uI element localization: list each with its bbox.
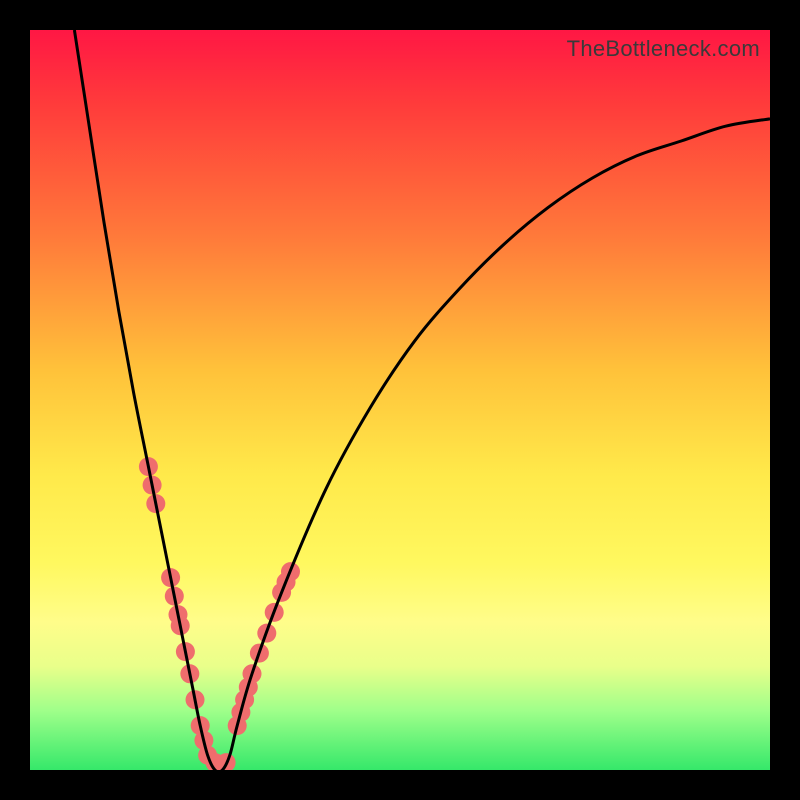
highlight-dot (281, 562, 300, 581)
highlight-dot (191, 716, 210, 735)
highlight-dot (139, 457, 158, 476)
highlight-layer (139, 457, 300, 770)
highlight-dot (228, 716, 247, 735)
watermark-text: TheBottleneck.com (567, 36, 760, 62)
highlight-dot (250, 644, 269, 663)
highlight-dot (257, 624, 276, 643)
highlight-dot (169, 605, 188, 624)
highlight-dot (165, 587, 184, 606)
highlight-dot (194, 731, 213, 750)
highlight-dot (217, 753, 236, 770)
highlight-dot (161, 568, 180, 587)
plot-area: TheBottleneck.com (30, 30, 770, 770)
highlight-dot (198, 746, 217, 765)
highlight-dot (243, 664, 262, 683)
highlight-dot (180, 664, 199, 683)
highlight-dot (265, 603, 284, 622)
chart-svg (30, 30, 770, 770)
highlight-dot (235, 690, 254, 709)
highlight-dot (206, 753, 225, 770)
highlight-dot (272, 583, 291, 602)
highlight-dot (231, 703, 250, 722)
highlight-dot (143, 476, 162, 495)
highlight-dot (239, 678, 258, 697)
highlight-dot (277, 573, 296, 592)
highlight-dot (146, 494, 165, 513)
highlight-dot (171, 616, 190, 635)
highlight-dot (186, 690, 205, 709)
bottleneck-curve (74, 30, 770, 770)
highlight-dot (176, 642, 195, 661)
